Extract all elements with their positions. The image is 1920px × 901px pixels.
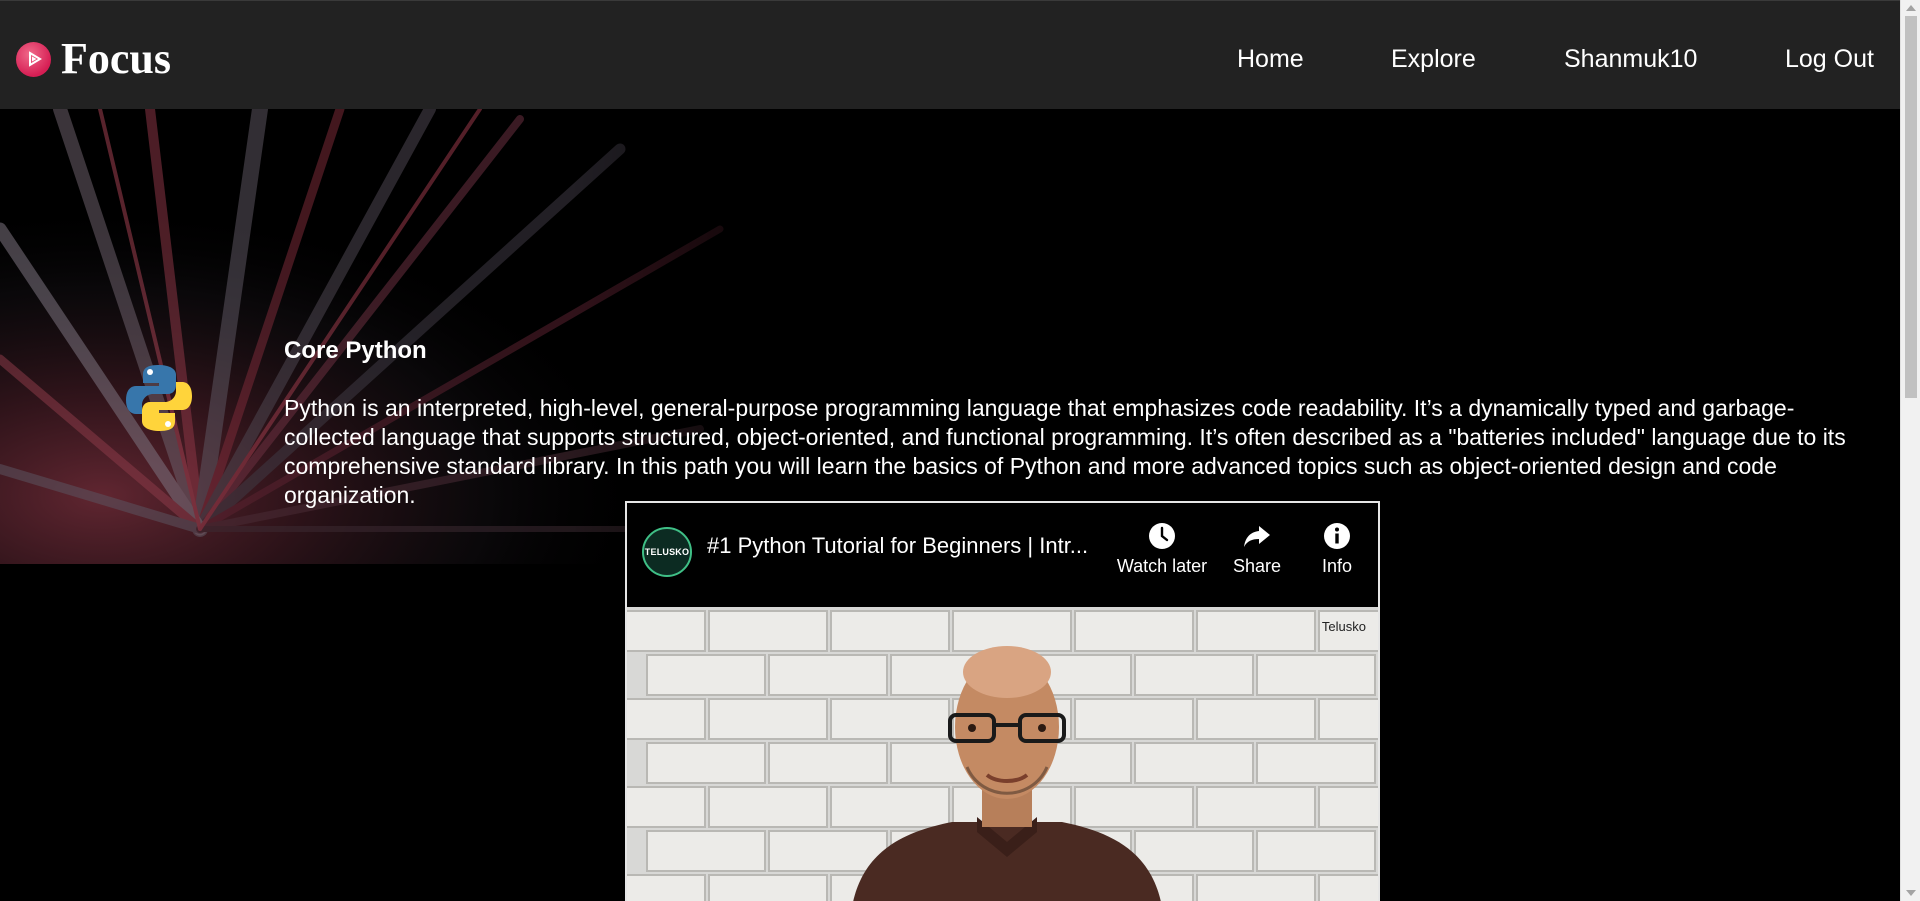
scroll-up-arrow-icon[interactable] bbox=[1906, 5, 1916, 11]
navbar: Focus Home Explore Shanmuk10 Log Out bbox=[0, 0, 1900, 109]
watch-later-button[interactable]: Watch later bbox=[1107, 522, 1217, 577]
info-icon bbox=[1324, 523, 1350, 549]
share-label: Share bbox=[1232, 556, 1282, 576]
watch-later-label: Watch later bbox=[1116, 556, 1208, 576]
presenter-image bbox=[853, 646, 1161, 901]
nav-link-logout[interactable]: Log Out bbox=[1785, 45, 1874, 74]
video-player[interactable]: TELUSKO #1 Python Tutorial for Beginners… bbox=[625, 501, 1380, 901]
course-title: Core Python bbox=[284, 337, 427, 364]
page-scrollbar[interactable] bbox=[1900, 0, 1920, 901]
course-description: Python is an interpreted, high-level, ge… bbox=[284, 395, 1846, 508]
share-arrow-icon bbox=[1244, 526, 1270, 547]
info-label: Info bbox=[1321, 556, 1353, 576]
video-frame[interactable]: Telusko bbox=[627, 607, 1378, 901]
clock-icon bbox=[1149, 523, 1175, 549]
info-button[interactable]: Info bbox=[1307, 522, 1367, 577]
scroll-down-arrow-icon[interactable] bbox=[1906, 890, 1916, 896]
play-circle-icon bbox=[16, 41, 51, 77]
scrollbar-thumb[interactable] bbox=[1905, 16, 1917, 398]
course-hero: Core Python Python is an interpreted, hi… bbox=[0, 109, 1900, 564]
nav-link-profile[interactable]: Shanmuk10 bbox=[1564, 45, 1697, 74]
channel-logo-text: TELUSKO bbox=[644, 547, 690, 557]
nav-link-explore[interactable]: Explore bbox=[1391, 45, 1476, 74]
brand-name: Focus bbox=[61, 34, 171, 83]
video-watermark: Telusko bbox=[1321, 619, 1366, 634]
share-button[interactable]: Share bbox=[1217, 522, 1297, 577]
python-logo-icon bbox=[126, 365, 192, 431]
video-header: TELUSKO #1 Python Tutorial for Beginners… bbox=[627, 503, 1378, 607]
channel-avatar[interactable]: TELUSKO bbox=[642, 527, 692, 577]
nav-link-home[interactable]: Home bbox=[1237, 45, 1304, 74]
brand[interactable]: Focus bbox=[16, 37, 171, 81]
video-title[interactable]: #1 Python Tutorial for Beginners | Intr.… bbox=[707, 533, 1102, 559]
